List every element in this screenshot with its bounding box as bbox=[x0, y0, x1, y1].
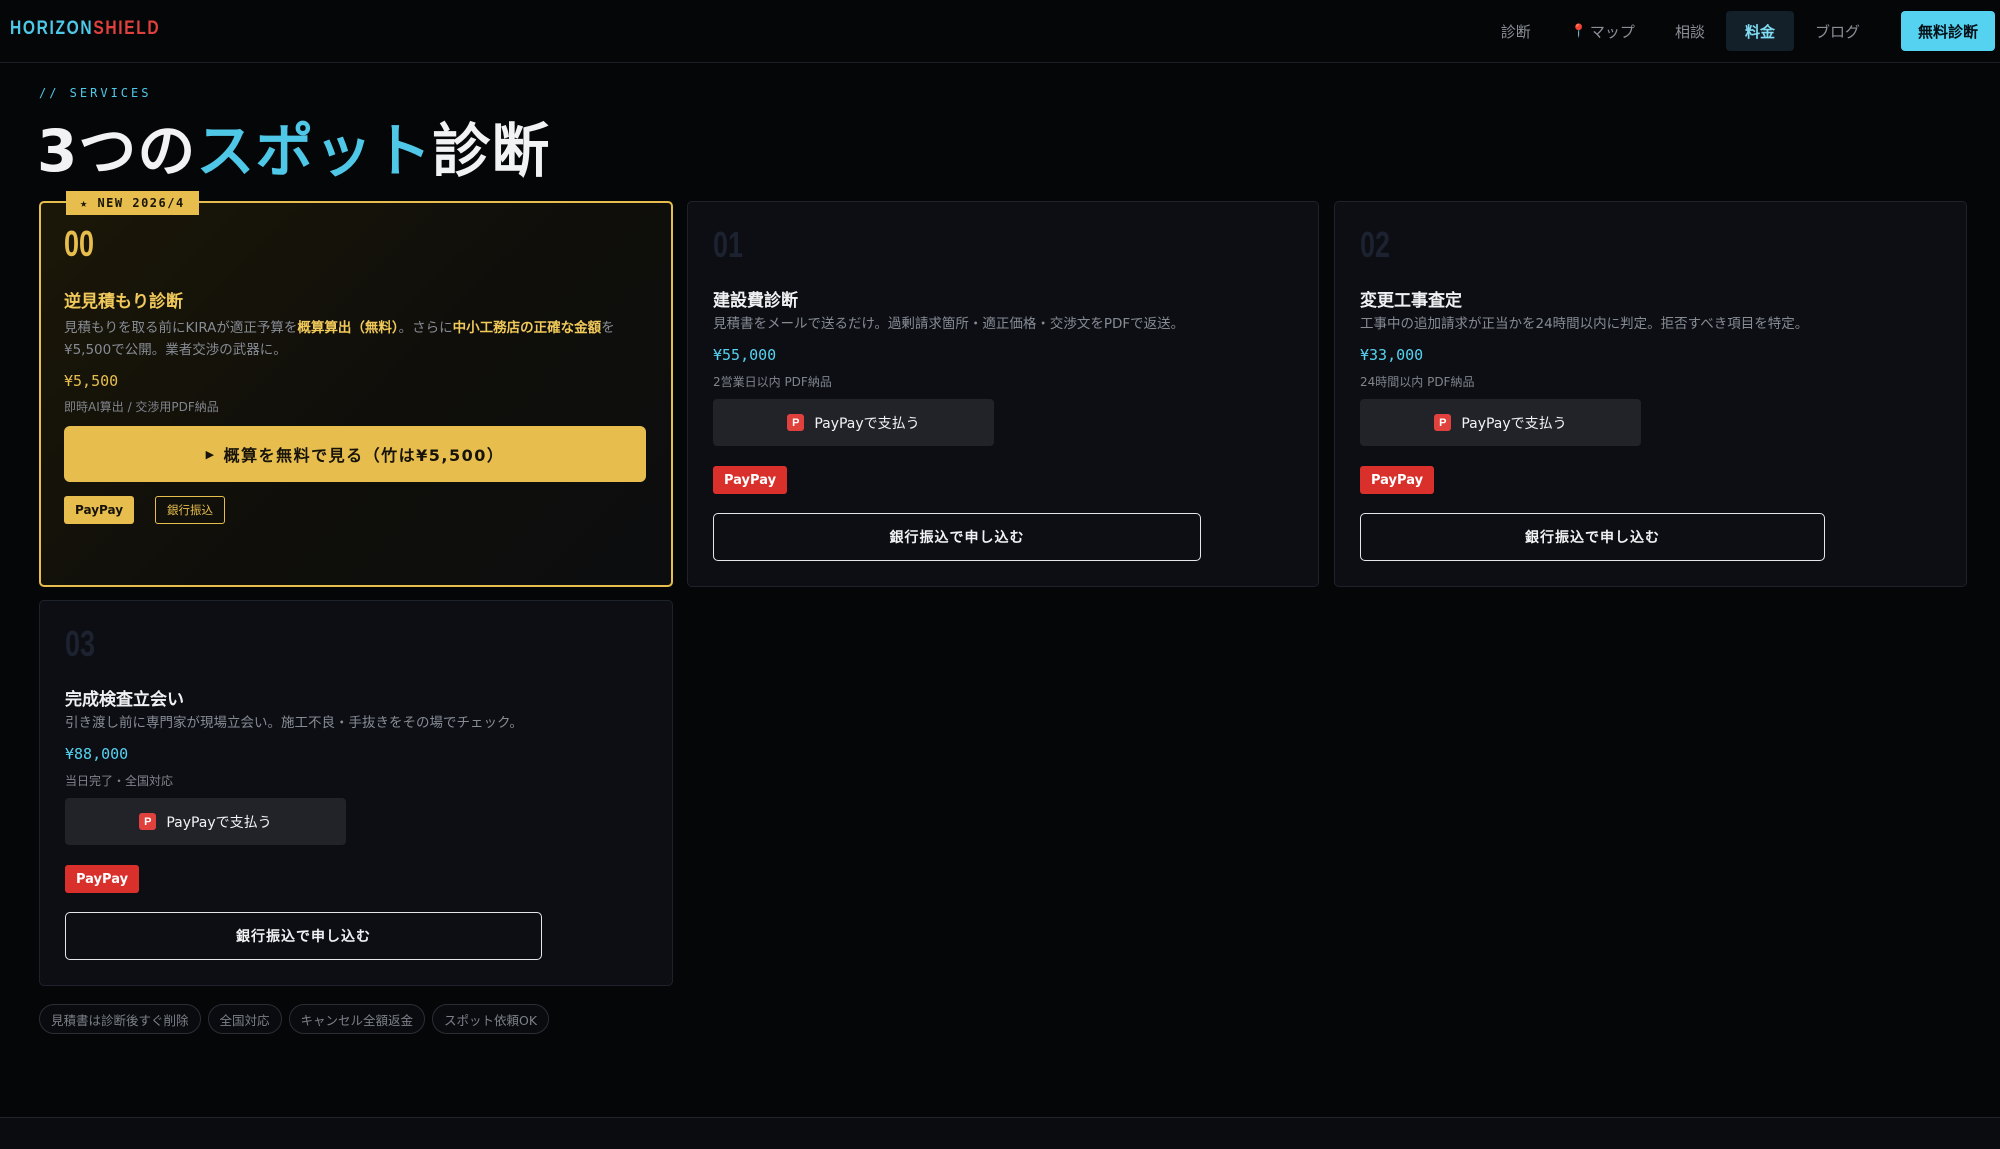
tag-full-refund: キャンセル全額返金 bbox=[288, 1004, 426, 1034]
paypay-badge: PayPay bbox=[713, 466, 788, 494]
section-eyebrow: // SERVICES bbox=[39, 86, 152, 100]
play-triangle-icon: ▶ bbox=[205, 447, 216, 461]
card-price: ¥5,500 bbox=[64, 372, 119, 390]
tag-delete-after-diagnosis: 見積書は診断後すぐ削除 bbox=[39, 1004, 201, 1034]
bank-transfer-apply-button[interactable]: 銀行振込で申し込む bbox=[713, 513, 1201, 561]
nav-item-diagnosis[interactable]: 診断 bbox=[1482, 11, 1550, 51]
map-pin-icon: 📍 bbox=[1570, 23, 1587, 39]
page-title-highlight: スポット bbox=[196, 117, 433, 185]
paypay-icon: P bbox=[1434, 414, 1452, 431]
paypay-pay-label: PayPayで支払う bbox=[814, 415, 920, 432]
paypay-pay-button[interactable]: P PayPayで支払う bbox=[1360, 399, 1641, 446]
card-delivery-meta: 24時間以内 PDF納品 bbox=[1360, 375, 1475, 389]
card-delivery-meta: 即時AI算出 / 交渉用PDF納品 bbox=[64, 400, 219, 414]
paypay-pay-button[interactable]: P PayPayで支払う bbox=[713, 399, 994, 446]
paypay-badge: PayPay bbox=[65, 865, 140, 893]
view-free-estimate-label: 概算を無料で見る（竹は¥5,500） bbox=[223, 446, 505, 465]
desc-text: 見積もりを取る前にKIRAが適正予算を bbox=[64, 320, 298, 336]
view-free-estimate-button[interactable]: ▶ 概算を無料で見る（竹は¥5,500） bbox=[64, 426, 646, 482]
nav-item-consult[interactable]: 相談 bbox=[1656, 11, 1724, 51]
desc-highlight-free-estimate: 概算算出（無料） bbox=[297, 320, 399, 336]
paypay-pay-button[interactable]: P PayPayで支払う bbox=[65, 798, 346, 845]
page-title-part-1: 3つの bbox=[37, 117, 197, 185]
card-number: 02 bbox=[1360, 224, 1391, 265]
top-navigation-bar: HORIZONSHIELD 診断 📍 マップ 相談 料金 ブログ 無料診断 bbox=[0, 0, 2000, 63]
logo[interactable]: HORIZONSHIELD bbox=[10, 18, 160, 40]
card-price: ¥33,000 bbox=[1360, 346, 1424, 364]
logo-text-horizon: HORIZON bbox=[10, 18, 94, 39]
paypay-pay-label: PayPayで支払う bbox=[166, 814, 272, 831]
nav-item-blog[interactable]: ブログ bbox=[1796, 11, 1879, 51]
card-price: ¥55,000 bbox=[713, 346, 777, 364]
card-number: 03 bbox=[65, 623, 96, 664]
tag-spot-request: スポット依頼OK bbox=[432, 1004, 550, 1034]
card-delivery-meta: 2営業日以内 PDF納品 bbox=[713, 375, 832, 389]
bank-transfer-apply-button[interactable]: 銀行振込で申し込む bbox=[1360, 513, 1825, 561]
card-description: 引き渡し前に専門家が現場立会い。施工不良・手抜きをその場でチェック。 bbox=[65, 715, 523, 731]
free-diagnosis-button[interactable]: 無料診断 bbox=[1900, 11, 1995, 51]
card-description: 見積もりを取る前にKIRAが適正予算を概算算出（無料）。さらに中小工務店の正確な… bbox=[64, 317, 654, 361]
desc-highlight-exact-price: 中小工務店の正確な金額 bbox=[452, 320, 602, 336]
new-badge: ★ NEW 2026/4 bbox=[66, 191, 199, 215]
service-card-construction-cost: 01 建設費診断 見積書をメールで送るだけ。過剰請求箇所・適正価格・交渉文をPD… bbox=[687, 201, 1319, 587]
page-title-part-2: 診断 bbox=[432, 117, 551, 185]
paypay-badge: PayPay bbox=[1360, 466, 1435, 494]
page-title: 3つのスポット診断 bbox=[37, 104, 550, 188]
service-card-change-order-review: 02 変更工事査定 工事中の追加請求が正当かを24時間以内に判定。拒否すべき項目… bbox=[1334, 201, 1967, 587]
nav-item-map-label: マップ bbox=[1589, 22, 1635, 41]
service-card-completion-inspection: 03 完成検査立会い 引き渡し前に専門家が現場立会い。施工不良・手抜きをその場で… bbox=[39, 600, 673, 986]
tag-nationwide: 全国対応 bbox=[207, 1004, 282, 1034]
paypay-chip: PayPay bbox=[64, 496, 135, 524]
paypay-icon: P bbox=[139, 813, 157, 830]
bank-transfer-chip: 銀行振込 bbox=[155, 496, 225, 524]
bank-transfer-apply-button[interactable]: 銀行振込で申し込む bbox=[65, 912, 542, 960]
card-title: 建設費診断 bbox=[713, 291, 798, 311]
nav-item-map[interactable]: 📍 マップ bbox=[1552, 11, 1654, 51]
service-card-reverse-estimate: ★ NEW 2026/4 00 逆見積もり診断 見積もりを取る前にKIRAが適正… bbox=[39, 191, 673, 587]
paypay-pay-label: PayPayで支払う bbox=[1461, 415, 1567, 432]
nav-item-pricing[interactable]: 料金 bbox=[1725, 11, 1794, 51]
card-number: 00 bbox=[64, 223, 95, 264]
card-title: 逆見積もり診断 bbox=[64, 292, 183, 312]
feature-tags: 見積書は診断後すぐ削除 全国対応 キャンセル全額返金 スポット依頼OK bbox=[39, 1004, 556, 1034]
card-description: 見積書をメールで送るだけ。過剰請求箇所・適正価格・交渉文をPDFで返送。 bbox=[713, 316, 1185, 332]
card-title: 変更工事査定 bbox=[1360, 291, 1462, 311]
desc-text: 。さらに bbox=[398, 320, 453, 336]
card-delivery-meta: 当日完了・全国対応 bbox=[65, 774, 174, 788]
paypay-icon: P bbox=[787, 414, 805, 431]
card-price: ¥88,000 bbox=[65, 745, 129, 763]
card-description: 工事中の追加請求が正当かを24時間以内に判定。拒否すべき項目を特定。 bbox=[1360, 316, 1809, 332]
footer-divider bbox=[0, 1117, 2000, 1149]
card-number: 01 bbox=[713, 224, 744, 265]
card-title: 完成検査立会い bbox=[65, 690, 184, 710]
main-nav: 診断 📍 マップ 相談 料金 ブログ 無料診断 bbox=[1480, 11, 1995, 51]
logo-text-shield: SHIELD bbox=[93, 18, 161, 39]
